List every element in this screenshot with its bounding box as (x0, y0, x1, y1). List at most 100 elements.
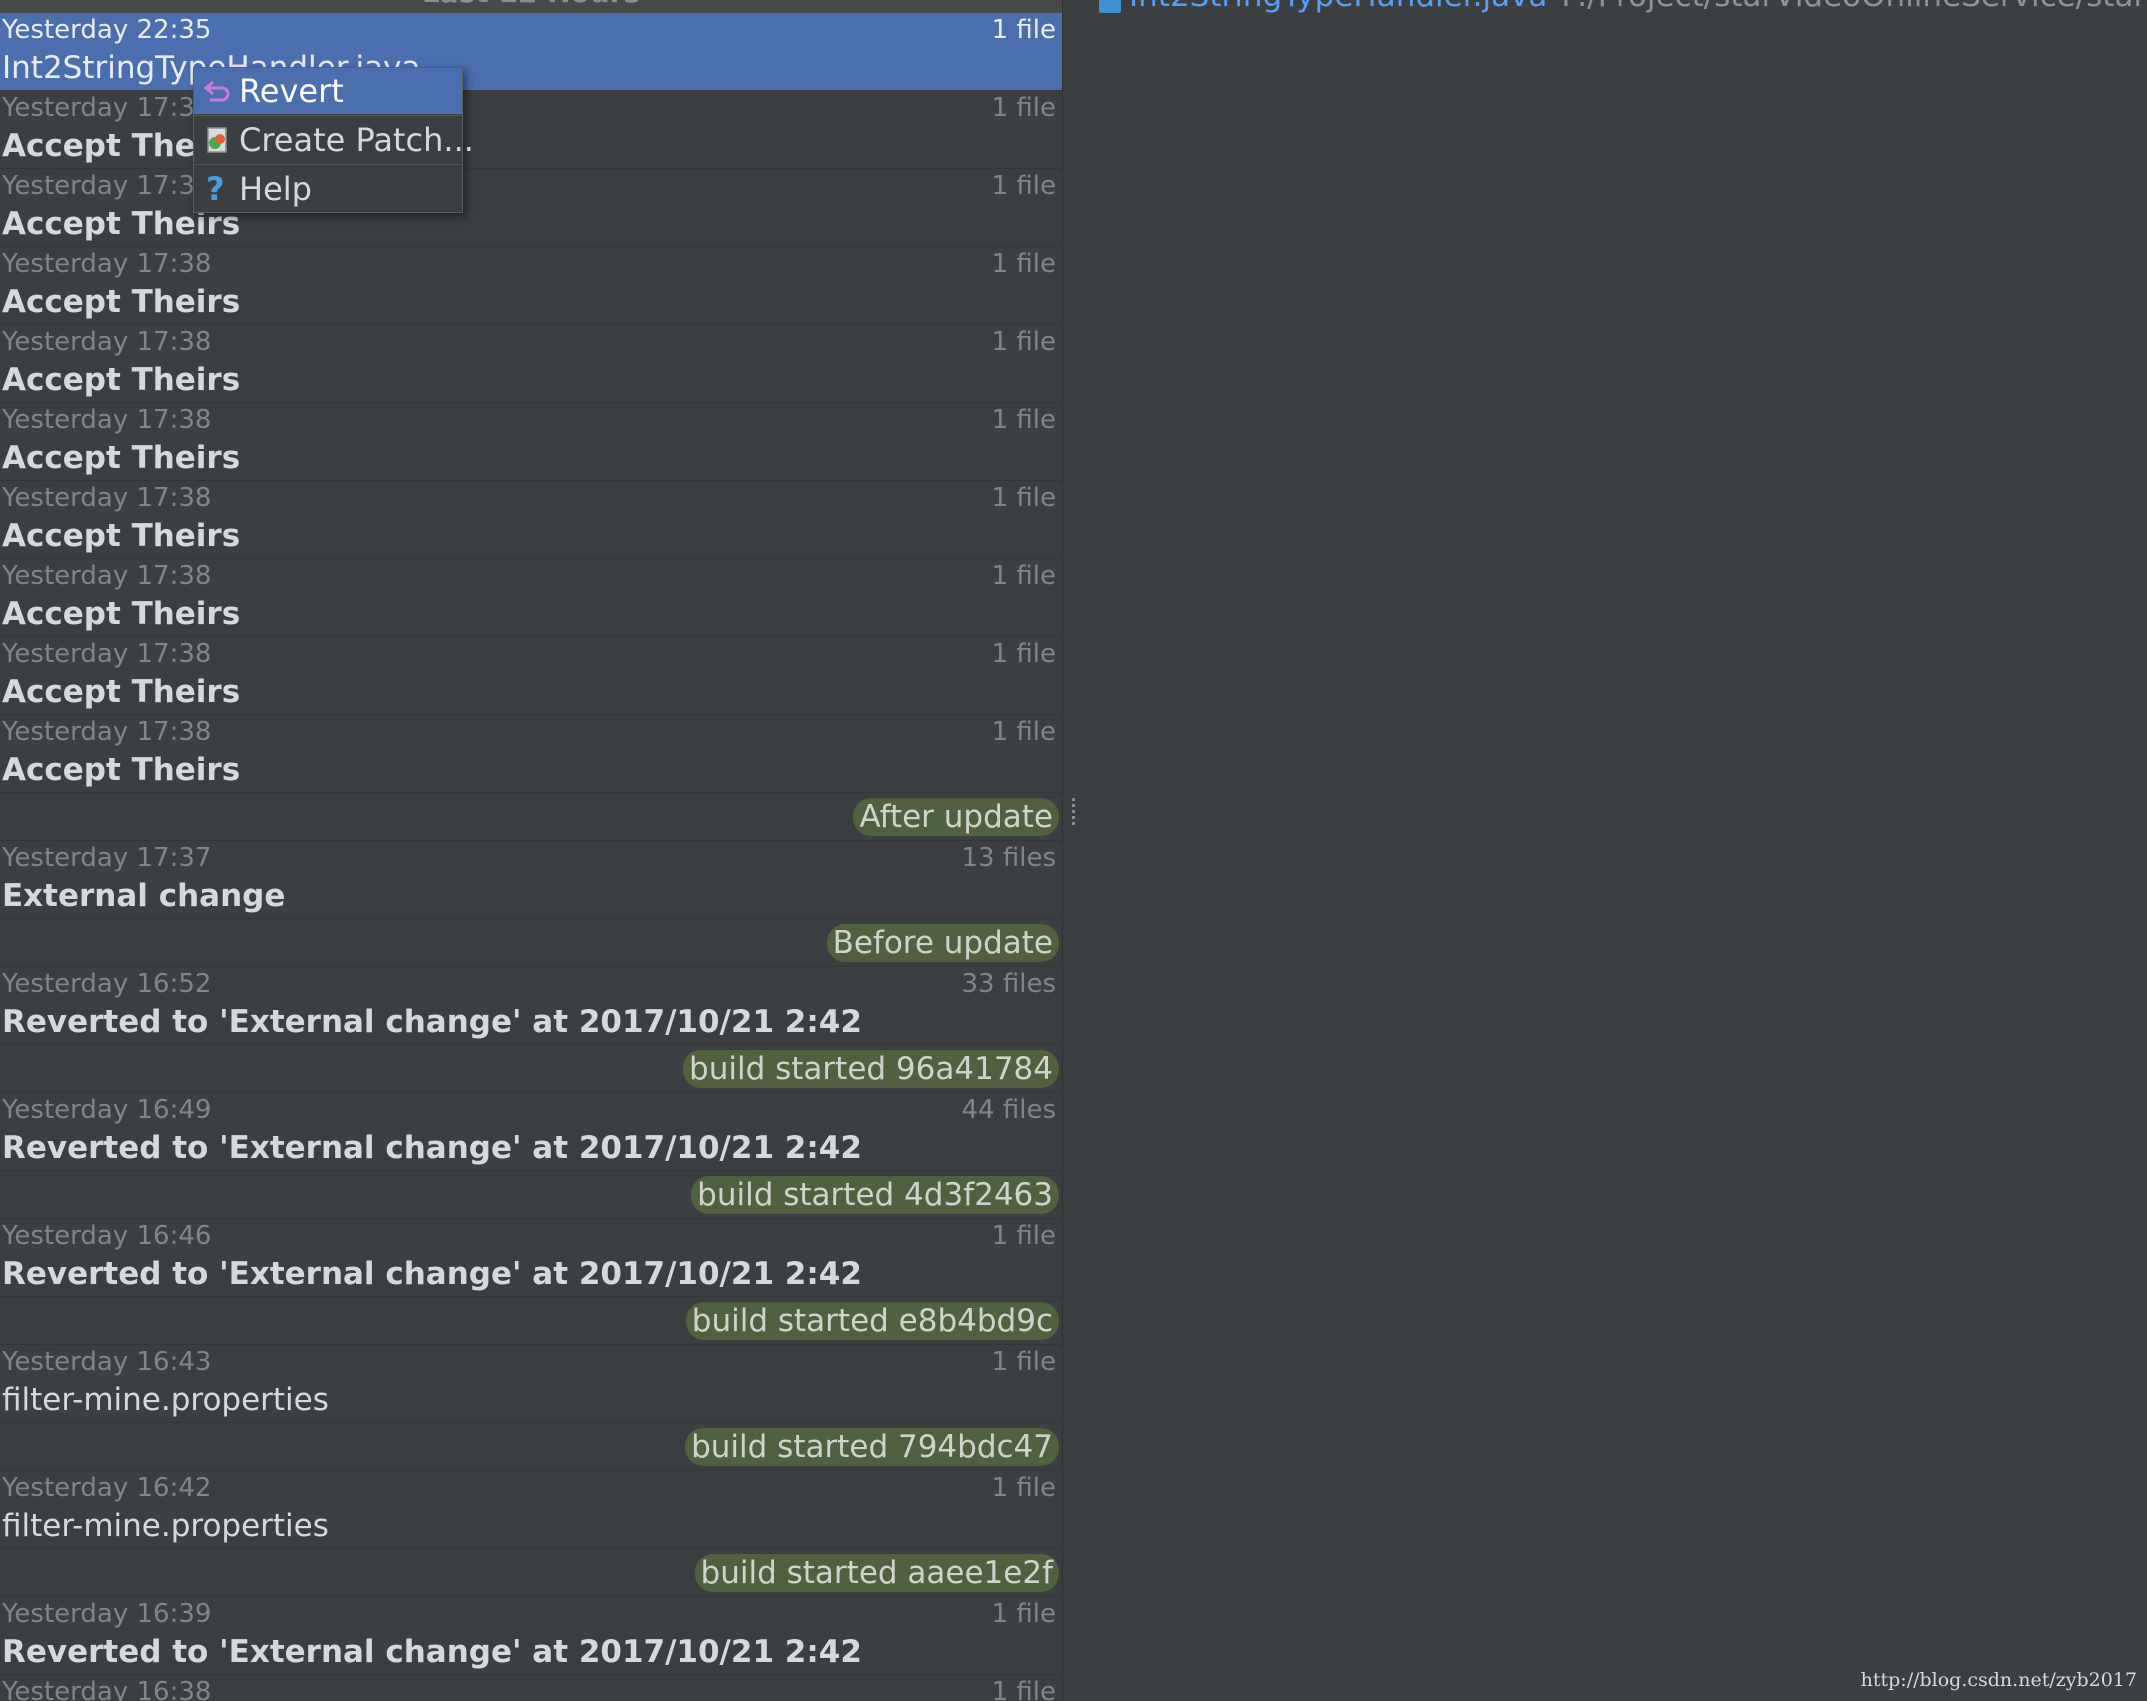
history-entry[interactable]: Yesterday 17:38 1 file Accept Theirs (0, 325, 1062, 403)
menu-item-label: Create Patch... (239, 121, 474, 159)
entry-timestamp: Yesterday 16:42 (2, 1473, 212, 1503)
history-entry[interactable]: Yesterday 16:49 44 files Reverted to 'Exte… (0, 1093, 1062, 1171)
changed-file-item[interactable]: Int2StringTypeHandler.java F:/Project/sta… (1099, 0, 2147, 14)
help-icon: ? (206, 170, 225, 208)
history-entry[interactable]: Yesterday 16:46 1 file Reverted to 'Extern… (0, 1219, 1062, 1297)
entry-timestamp: Yesterday 17:38 (2, 405, 212, 435)
history-entry[interactable]: Yesterday 16:381 fileAccept Theirs (0, 1675, 1062, 1701)
history-entry[interactable]: Yesterday 22:351 fileInt2StringTypeHandl… (0, 13, 1062, 91)
entry-file-count: 1 file (991, 405, 1056, 435)
label-row[interactable]: After update (0, 793, 1062, 841)
history-entry[interactable]: Yesterday 17:38 1 file Accept Theirs (0, 559, 1062, 637)
entry-timestamp: Yesterday 17:38 (2, 249, 212, 279)
entry-timestamp: Yesterday 17:37 (2, 843, 212, 873)
entry-file-count: 1 file (991, 1677, 1056, 1701)
entry-title: Reverted to 'External change' at 2017/10… (2, 1634, 862, 1670)
history-entry[interactable]: Yesterday 17:38 1 file Accept Theirs (0, 247, 1062, 325)
menu-separator (194, 115, 462, 116)
entry-timestamp: Yesterday 17:38 (2, 483, 212, 513)
entry-file-count: 1 file (991, 249, 1056, 279)
entry-timestamp: Yesterday 16:52 (2, 969, 212, 999)
entry-file-count: 1 file (991, 15, 1056, 45)
label-row[interactable]: build started 96a41784 (0, 1045, 1062, 1093)
entry-timestamp: Yesterday 17:38 (2, 717, 212, 747)
entry-file-count: 1 file (991, 171, 1056, 201)
menu-item-label: Help (239, 170, 312, 208)
history-label-tag: Before update (826, 924, 1059, 962)
history-label-tag: build started 4d3f2463 (691, 1176, 1059, 1214)
menu-item-revert[interactable]: Revert (194, 68, 462, 114)
history-label-tag: After update (853, 798, 1059, 836)
context-menu: Revert Create Patch... ? Help (193, 67, 474, 213)
menu-item-label: Revert (239, 72, 344, 110)
label-row[interactable]: Before update (0, 919, 1062, 967)
entry-file-count: 1 file (991, 1347, 1056, 1377)
history-entry[interactable]: Yesterday 16:43 1 file filter-mine.propert… (0, 1345, 1062, 1423)
entry-file-count: 13 files (961, 843, 1057, 873)
menu-item-help[interactable]: ? Help (194, 166, 462, 212)
splitter-grip-icon (1072, 798, 1075, 828)
history-entry[interactable]: Yesterday 16:42 1 file filter-mine.propert… (0, 1471, 1062, 1549)
entry-timestamp: Yesterday 17:38 (2, 561, 212, 591)
menu-separator (194, 164, 462, 165)
label-row[interactable]: build started 794bdc47 (0, 1423, 1062, 1471)
entry-file-count: 33 files (961, 969, 1057, 999)
history-entry[interactable]: Yesterday 17:38 1 file Accept Theirs (0, 637, 1062, 715)
entry-file-count: 1 file (991, 561, 1056, 591)
entry-file-count: 1 file (991, 1599, 1056, 1629)
entry-timestamp: Yesterday 16:46 (2, 1221, 212, 1251)
entry-file-count: 1 file (991, 717, 1056, 747)
watermark: http://blog.csdn.net/zyb2017 (1860, 1669, 2137, 1691)
history-list: Yesterday 22:351 fileInt2StringTypeHandl… (0, 13, 1062, 1701)
java-file-icon (1099, 0, 1121, 13)
label-row[interactable]: build started e8b4bd9c (0, 1297, 1062, 1345)
panel-splitter[interactable] (1062, 0, 1086, 1701)
entry-title: Reverted to 'External change' at 2017/10… (2, 1130, 862, 1166)
entry-file-count: 1 file (991, 327, 1056, 357)
entry-file-count: 44 files (961, 1095, 1057, 1125)
entry-title: Accept Theirs (2, 674, 241, 710)
revert-icon (203, 80, 230, 102)
history-entry[interactable]: Yesterday 16:52 33 files Reverted to 'Exte… (0, 967, 1062, 1045)
entry-timestamp: Yesterday 17:38 (2, 93, 212, 123)
entry-file-count: 1 file (991, 93, 1056, 123)
history-label-tag: build started e8b4bd9c (685, 1302, 1059, 1340)
history-entry[interactable]: Yesterday 16:39 1 file Reverted to 'Extern… (0, 1597, 1062, 1675)
entry-title: Reverted to 'External change' at 2017/10… (2, 1256, 862, 1292)
history-label-tag: build started aaee1e2f (694, 1554, 1059, 1592)
entry-title: Reverted to 'External change' at 2017/10… (2, 1004, 862, 1040)
entry-title: Accept Theirs (2, 440, 241, 476)
entry-title: Accept Theirs (2, 518, 241, 554)
entry-file-count: 1 file (991, 483, 1056, 513)
entry-timestamp: Yesterday 16:49 (2, 1095, 212, 1125)
entry-timestamp: Yesterday 17:38 (2, 171, 212, 201)
entry-file-count: 1 file (991, 639, 1056, 669)
history-label-tag: build started 794bdc47 (685, 1428, 1059, 1466)
history-entry[interactable]: Yesterday 17:38 1 file Accept Theirs (0, 169, 1062, 247)
entry-title: filter-mine.properties (2, 1382, 329, 1418)
entry-title: Accept Theirs (2, 596, 241, 632)
history-entry[interactable]: Yesterday 17:37 13 files External change (0, 841, 1062, 919)
entry-timestamp: Yesterday 17:38 (2, 327, 212, 357)
entry-timestamp: Yesterday 17:38 (2, 639, 212, 669)
history-entry[interactable]: Yesterday 17:38 1 file Accept Theirs (0, 481, 1062, 559)
entry-file-count: 1 file (991, 1473, 1056, 1503)
entry-timestamp: Yesterday 22:35 (2, 15, 212, 45)
group-header[interactable]: Last 12 Hours (0, 0, 1062, 13)
history-entry[interactable]: Yesterday 17:38 1 file Accept Theirs (0, 403, 1062, 481)
entry-timestamp: Yesterday 16:39 (2, 1599, 212, 1629)
create-patch-icon (207, 127, 227, 153)
entry-title: External change (2, 878, 286, 914)
label-row[interactable]: build started 4d3f2463 (0, 1171, 1062, 1219)
history-label-tag: build started 96a41784 (683, 1050, 1059, 1088)
entry-file-count: 1 file (991, 1221, 1056, 1251)
history-entry[interactable]: Yesterday 17:38 1 file Accept Theirs (0, 91, 1062, 169)
detail-panel: Int2StringTypeHandler.java F:/Project/sta… (1085, 0, 2147, 1701)
history-panel: Last 12 Hours Yesterday 22:351 fileInt2S… (0, 0, 1062, 1701)
menu-item-create-patch[interactable]: Create Patch... (194, 117, 474, 163)
entry-title: filter-mine.properties (2, 1508, 329, 1544)
entry-title: Accept Theirs (2, 284, 241, 320)
entry-title: Accept Theirs (2, 752, 241, 788)
label-row[interactable]: build started aaee1e2f (0, 1549, 1062, 1597)
history-entry[interactable]: Yesterday 17:38 1 file Accept Theirs (0, 715, 1062, 793)
